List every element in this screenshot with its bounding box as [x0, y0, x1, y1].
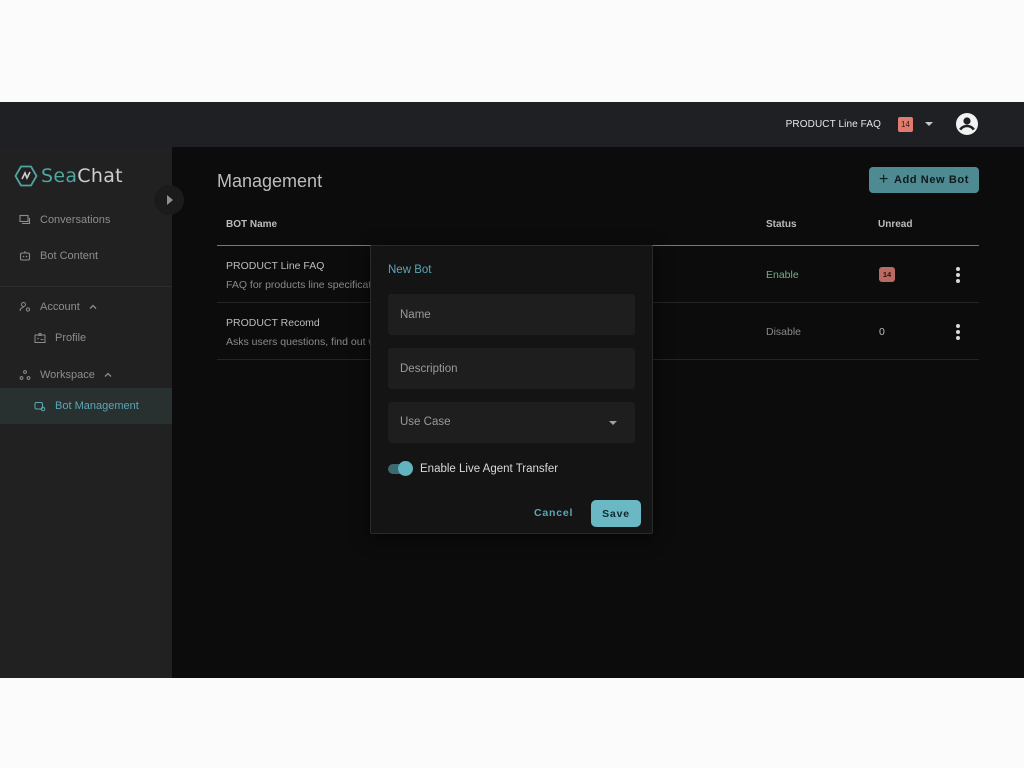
page-title: Management: [217, 171, 323, 191]
bot-name: PRODUCT Recomd: [226, 317, 320, 329]
bot-selector[interactable]: PRODUCT Line FAQ: [786, 119, 881, 130]
cancel-button[interactable]: Cancel: [534, 502, 573, 524]
seachat-logo[interactable]: SeaChat: [14, 165, 123, 187]
sidebar-toggle-button[interactable]: [154, 185, 184, 215]
name-input[interactable]: [388, 294, 635, 335]
use-case-select[interactable]: Use Case: [388, 402, 635, 443]
description-field[interactable]: [388, 348, 635, 389]
chevron-up-icon[interactable]: [103, 370, 113, 380]
sidebar-divider: [0, 286, 172, 287]
live-agent-transfer-toggle[interactable]: [388, 461, 414, 477]
sidebar: SeaChat Conversations Bot Content Accoun…: [0, 147, 172, 678]
unread-count: 0: [879, 326, 885, 338]
caret-down-icon: [609, 421, 617, 425]
sidebar-item-label: Conversations: [40, 214, 111, 226]
name-field[interactable]: [388, 294, 635, 335]
sidebar-item-profile[interactable]: Profile: [0, 323, 172, 353]
bot-settings-icon: [34, 402, 46, 412]
nodes-icon: [19, 370, 31, 380]
sidebar-item-label: Bot Content: [40, 250, 99, 262]
robot-icon: [19, 251, 31, 261]
sidebar-item-bot-management[interactable]: Bot Management: [0, 388, 172, 424]
id-badge-icon: [34, 333, 46, 343]
sidebar-item-account[interactable]: Account: [0, 292, 172, 322]
bot-description: FAQ for products line specifications: [226, 279, 391, 291]
chevron-up-icon[interactable]: [88, 302, 98, 312]
account-circle-icon[interactable]: [955, 112, 979, 136]
toggle-knob: [398, 461, 413, 476]
add-new-bot-button[interactable]: + Add New Bot: [869, 167, 979, 193]
use-case-label: Use Case: [400, 416, 451, 428]
dialog-title: New Bot: [388, 264, 432, 276]
add-new-bot-label: Add New Bot: [893, 174, 969, 186]
logo-text-sea: Sea: [41, 165, 78, 187]
logo-text-chat: Chat: [77, 165, 123, 187]
logo-icon: [14, 165, 38, 187]
sidebar-item-workspace[interactable]: Workspace: [0, 360, 172, 390]
bot-status: Enable: [766, 269, 799, 281]
bot-status: Disable: [766, 326, 802, 338]
sidebar-item-conversations[interactable]: Conversations: [0, 205, 172, 235]
column-header-unread[interactable]: Unread: [878, 219, 912, 230]
save-button[interactable]: Save: [591, 500, 641, 527]
user-settings-icon: [19, 302, 31, 312]
unread-badge: 14: [898, 117, 913, 132]
toggle-label: Enable Live Agent Transfer: [420, 463, 559, 475]
top-bar: PRODUCT Line FAQ 14: [0, 102, 1024, 147]
sidebar-item-label: Workspace: [40, 369, 95, 381]
table-header: BOT Name Status Unread: [217, 203, 979, 246]
chevron-right-icon: [167, 195, 173, 205]
plus-icon: +: [879, 171, 889, 188]
caret-down-icon[interactable]: [925, 122, 933, 126]
description-input[interactable]: [388, 348, 635, 389]
sidebar-item-label: Account: [40, 301, 80, 313]
column-header-status[interactable]: Status: [766, 219, 797, 230]
column-header-bot-name[interactable]: BOT Name: [226, 219, 277, 230]
new-bot-dialog: New Bot Use Case Enable Live Agent Trans…: [370, 245, 653, 534]
unread-count-badge: 14: [879, 267, 895, 282]
sidebar-item-label: Bot Management: [55, 400, 139, 412]
sidebar-item-label: Profile: [55, 332, 87, 344]
more-options-icon[interactable]: [953, 322, 963, 342]
bot-name: PRODUCT Line FAQ: [226, 260, 325, 272]
sidebar-item-bot-content[interactable]: Bot Content: [0, 241, 172, 271]
more-options-icon[interactable]: [953, 265, 963, 285]
chat-icon: [19, 214, 31, 225]
